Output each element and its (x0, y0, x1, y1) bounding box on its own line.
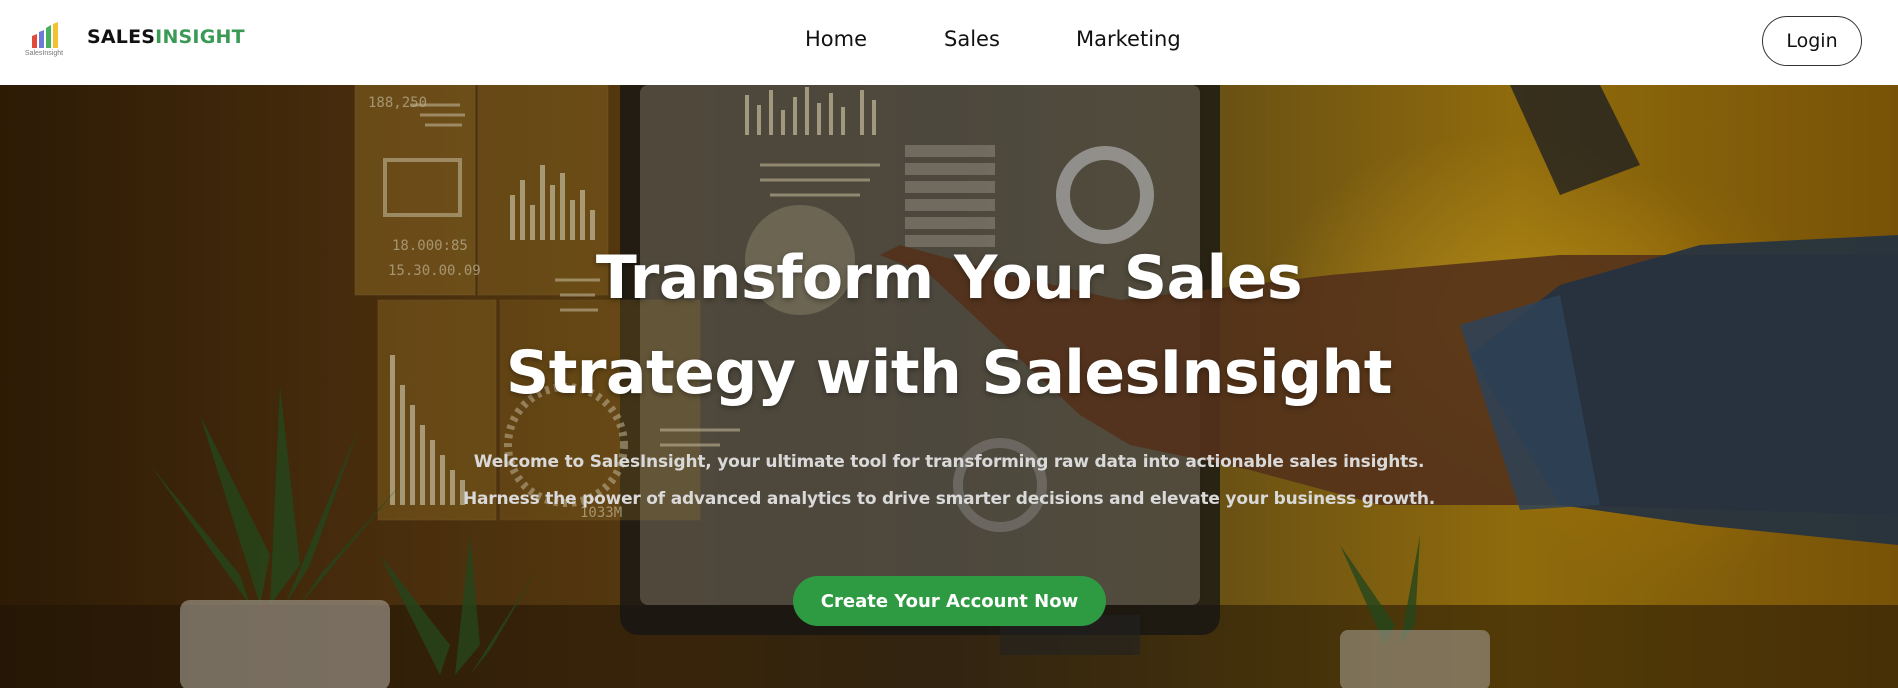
nav-marketing-link[interactable]: Marketing (1076, 24, 1181, 54)
brand-name-part-insight: INSIGHT (155, 26, 245, 48)
nav-sales-link[interactable]: Sales (944, 24, 1000, 54)
logo-icon[interactable]: SalesInsight (22, 18, 66, 62)
hero-headline-line-1: Transform Your Sales (595, 243, 1303, 313)
hero-content: Transform Your Sales Strategy with Sales… (0, 85, 1898, 688)
nav-home-link[interactable]: Home (805, 24, 867, 54)
top-navbar: SalesInsight SALESINSIGHT Home Sales Mar… (0, 0, 1898, 85)
brand-name[interactable]: SALESINSIGHT (87, 25, 245, 49)
hero-headline-line-2: Strategy with SalesInsight (506, 338, 1392, 408)
login-button[interactable]: Login (1762, 16, 1862, 66)
logo-caption: SalesInsight (24, 50, 64, 57)
hero-section: 188,250 18.000:85 15.30.00.09 1033M Tran… (0, 85, 1898, 688)
hero-subtext-line-2: Harness the power of advanced analytics … (462, 489, 1436, 509)
brand-name-part-sales: SALES (87, 26, 156, 48)
hero-subtext-line-1: Welcome to SalesInsight, your ultimate t… (473, 452, 1425, 472)
create-account-button[interactable]: Create Your Account Now (793, 576, 1106, 626)
